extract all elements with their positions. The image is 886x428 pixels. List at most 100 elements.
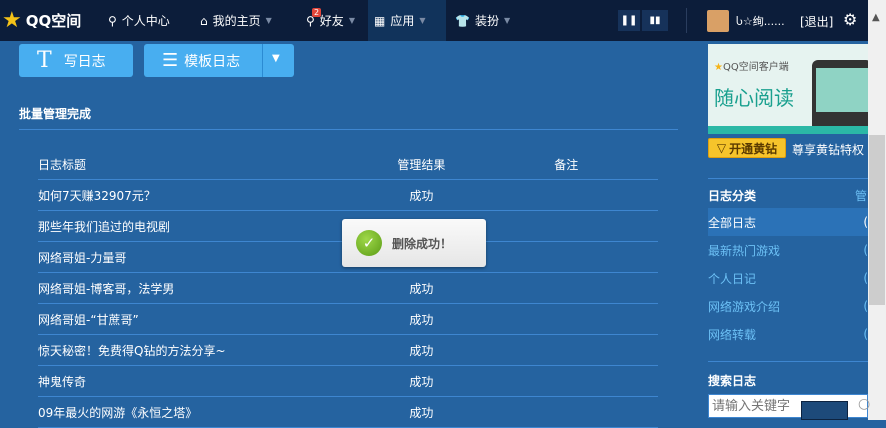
row-title[interactable]: 神鬼传奇 <box>38 373 368 390</box>
nav-label: 个人中心 <box>121 14 170 28</box>
search-title: 搜索日志 <box>708 374 757 388</box>
vip-privilege-link[interactable]: 尊享黄钻特权 <box>792 141 864 158</box>
logout-link[interactable]: [退出] <box>800 13 833 30</box>
category-count: ( <box>863 243 868 257</box>
category-item[interactable]: 网络转载 ( <box>708 320 868 348</box>
pause-icon[interactable]: ❚❚ <box>618 10 640 31</box>
header-title: 日志标题 <box>38 157 87 172</box>
row-title[interactable]: 网络哥姐-力量哥 <box>38 249 368 266</box>
banner-brand: QQ空间客户端 <box>722 62 789 73</box>
caret-icon: ▼ <box>265 16 272 25</box>
header-note: 备注 <box>554 157 579 172</box>
text-t-icon: T <box>37 48 52 73</box>
row-result: 成功 <box>409 188 434 203</box>
scroll-up-icon[interactable]: ▲ <box>872 12 880 23</box>
grid-icon: ▦ <box>374 13 386 28</box>
nav-personal-center[interactable]: ⚲ 个人中心 <box>102 0 176 41</box>
row-title[interactable]: 如何7天赚32907元？ <box>38 187 368 204</box>
category-title: 日志分类 <box>708 189 757 203</box>
caret-icon: ▼ <box>348 16 355 25</box>
client-banner[interactable]: ★QQ空间客户端 随心阅读 <box>708 44 868 134</box>
nav-label: 应用 <box>390 14 415 28</box>
chart-icon[interactable]: ▮▮ <box>642 10 668 31</box>
section-title: 批量管理完成 <box>19 107 92 121</box>
logo-text: QQ空间 <box>25 12 82 30</box>
table-header: 日志标题 管理结果 备注 <box>38 149 658 180</box>
gear-icon[interactable]: ⚙ <box>843 10 857 29</box>
nav-dressup[interactable]: 👕 装扮 ▼ <box>449 0 516 41</box>
caret-icon: ▼ <box>503 16 511 25</box>
divider <box>708 361 868 362</box>
notification-badge: 2 <box>312 7 322 17</box>
scrollbar[interactable]: ▲ <box>868 0 886 420</box>
friends-icon: ⚲ 2 <box>306 7 322 28</box>
template-blog-button[interactable]: ☰ 模板日志 ▼ <box>144 44 294 77</box>
row-result: 成功 <box>409 281 434 296</box>
dropdown-caret-icon[interactable]: ▼ <box>272 53 280 64</box>
star-icon: ★ <box>714 62 723 73</box>
table-row: 如何7天赚32907元？ 成功 <box>38 180 658 211</box>
row-result: 成功 <box>409 343 434 358</box>
table-row: 网络哥姐-博客哥，法学男 成功 <box>38 273 658 304</box>
category-label: 个人日记 <box>708 271 757 286</box>
category-count: ( <box>863 215 868 229</box>
row-title[interactable]: 网络哥姐-博客哥，法学男 <box>38 280 368 297</box>
category-item[interactable]: 网络游戏介绍 ( <box>708 292 868 320</box>
header-result: 管理结果 <box>397 157 446 172</box>
shirt-icon: 👕 <box>455 13 470 28</box>
category-count: ( <box>863 327 868 341</box>
row-result: 成功 <box>409 374 434 389</box>
nav-apps[interactable]: ▦ 应用 ▼ <box>368 0 446 41</box>
row-title[interactable]: 网络哥姐-“甘蔗哥” <box>38 311 368 328</box>
button-label: 开通黄钻 <box>729 141 778 156</box>
row-title[interactable]: 那些年我们追过的电视剧 <box>38 218 368 235</box>
category-item[interactable]: 个人日记 ( <box>708 264 868 292</box>
category-count: ( <box>863 271 868 285</box>
phone-illustration <box>812 60 868 134</box>
nav-label: 好友 <box>319 14 344 28</box>
category-item[interactable]: 最新热门游戏 ( <box>708 236 868 264</box>
avatar[interactable] <box>707 10 729 32</box>
scrollbar-thumb[interactable] <box>869 135 885 305</box>
row-title[interactable]: 09年最火的网游《永恒之塔》 <box>38 404 368 421</box>
button-label: 写日志 <box>63 53 106 70</box>
person-icon: ⚲ <box>108 13 117 28</box>
username[interactable]: Ⴑ☆绚...... <box>736 13 785 29</box>
back-to-top-button[interactable] <box>801 401 848 420</box>
nav-friends[interactable]: ⚲ 2 好友 ▼ <box>300 0 361 41</box>
write-blog-button[interactable]: T 写日志 <box>19 44 133 77</box>
qzone-logo[interactable]: ★ QQ空间 <box>2 0 81 41</box>
home-icon: ⌂ <box>200 13 208 28</box>
category-label: 全部日志 <box>708 215 757 230</box>
category-label: 最新热门游戏 <box>708 243 781 258</box>
star-logo-icon: ★ <box>2 8 22 33</box>
row-title[interactable]: 惊天秘密！免费得Q钻的方法分享~ <box>38 342 368 359</box>
caret-icon: ▼ <box>419 16 426 25</box>
button-label: 模板日志 <box>184 53 241 70</box>
divider <box>19 129 678 130</box>
divider <box>708 178 868 179</box>
category-count: ( <box>863 299 868 313</box>
top-nav-bar: ★ QQ空间 ⚲ 个人中心 ⌂ 我的主页 ▼ ⚲ 2 好友 ▼ ▦ 应用 ▼ 👕 装扮 ▼ ❚❚ ▮▮… <box>0 0 868 41</box>
category-label: 网络游戏介绍 <box>708 299 781 314</box>
nav-label: 装扮 <box>474 14 499 28</box>
check-icon: ✓ <box>356 230 382 256</box>
diamond-icon: ▽ <box>716 141 727 155</box>
category-label: 网络转载 <box>708 327 757 342</box>
table-row: 09年最火的网游《永恒之塔》 成功 <box>38 397 658 428</box>
nav-my-home[interactable]: ⌂ 我的主页 ▼ <box>194 0 278 41</box>
table-row: 网络哥姐-“甘蔗哥” 成功 <box>38 304 658 335</box>
banner-slogan: 随心阅读 <box>714 86 794 110</box>
divider <box>262 44 263 77</box>
manage-categories-link[interactable]: 管 <box>855 187 867 204</box>
table-row: 神鬼传奇 成功 <box>38 366 658 397</box>
category-item[interactable]: 全部日志 ( <box>708 208 868 236</box>
row-result: 成功 <box>409 312 434 327</box>
open-yellow-diamond-button[interactable]: ▽ 开通黄钻 <box>708 138 786 158</box>
search-icon[interactable]: ○ <box>858 396 870 412</box>
nav-label: 我的主页 <box>212 14 261 28</box>
row-result: 成功 <box>409 405 434 420</box>
success-toast: ✓ 删除成功！ <box>342 219 486 267</box>
divider <box>686 8 687 33</box>
table-row: 惊天秘密！免费得Q钻的方法分享~ 成功 <box>38 335 658 366</box>
